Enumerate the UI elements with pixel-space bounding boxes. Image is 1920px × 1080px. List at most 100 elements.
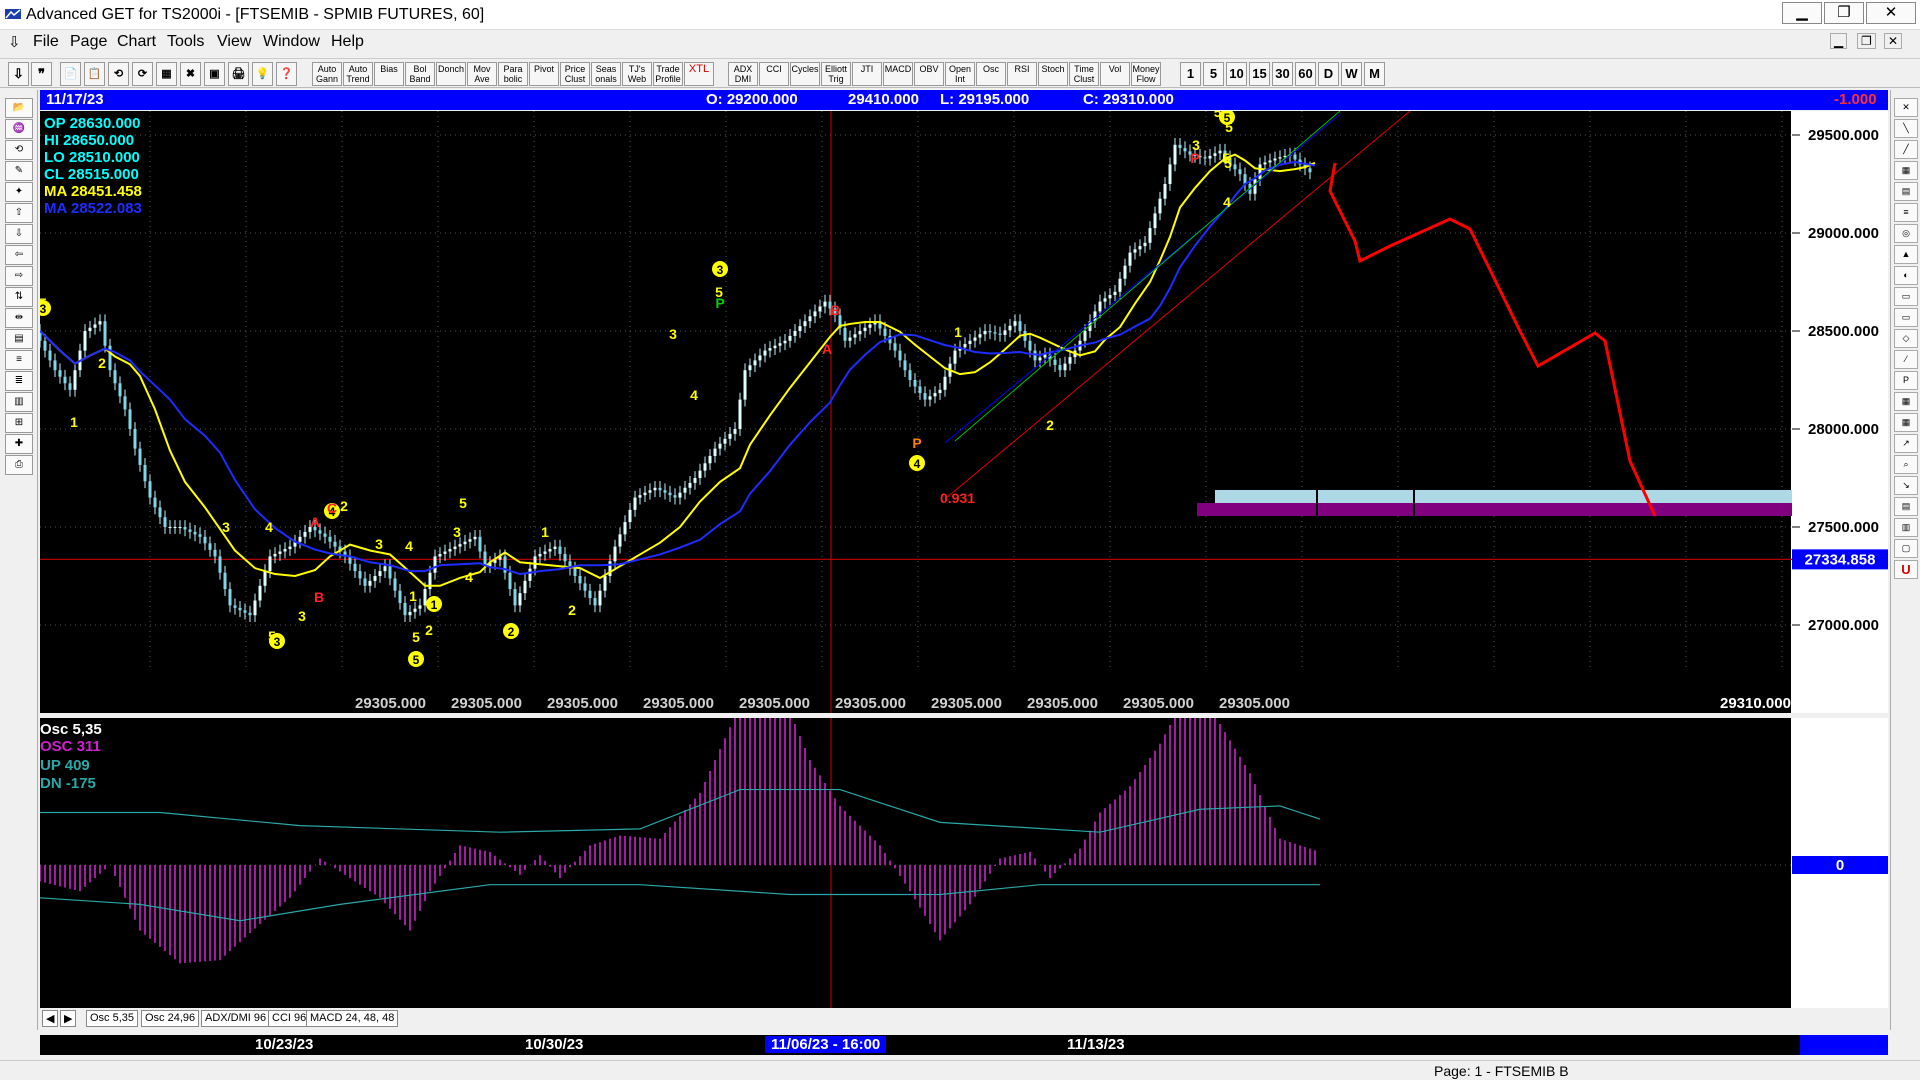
- toolbar-study-button[interactable]: Donch: [436, 62, 466, 86]
- toolbar-icon[interactable]: ⟲: [108, 62, 129, 86]
- drawing-tool-icon[interactable]: ⇦: [5, 245, 33, 265]
- menu-file[interactable]: File: [33, 33, 59, 51]
- toolbar-study-button[interactable]: Trade Profile: [653, 62, 683, 86]
- toolbar-study-button[interactable]: CCI: [759, 62, 789, 86]
- interval-button[interactable]: 10: [1226, 62, 1247, 86]
- toolbar-study-button[interactable]: Auto Trend: [343, 62, 373, 86]
- analysis-tool-icon[interactable]: ▦: [1894, 392, 1918, 411]
- toolbar-icon[interactable]: ⟳: [132, 62, 153, 86]
- toolbar-study-button[interactable]: ADX DMI: [728, 62, 758, 86]
- toolbar-study-button[interactable]: Money Flow: [1131, 62, 1161, 86]
- toolbar-study-button[interactable]: OBV: [914, 62, 944, 86]
- minimize-button[interactable]: ▁: [1782, 2, 1822, 24]
- toolbar-study-button[interactable]: MACD: [883, 62, 913, 86]
- analysis-tool-icon[interactable]: ◐: [1894, 266, 1918, 285]
- menu-view[interactable]: View: [217, 33, 251, 51]
- toolbar-study-button[interactable]: RSI: [1007, 62, 1037, 86]
- analysis-tool-icon[interactable]: ⁄: [1894, 350, 1918, 369]
- toolbar-study-button[interactable]: Elliott Trig: [821, 62, 851, 86]
- drawing-tool-icon[interactable]: ⇩: [5, 224, 33, 244]
- toolbar-study-button[interactable]: JTI: [852, 62, 882, 86]
- analysis-tool-icon[interactable]: ⌕: [1894, 455, 1918, 474]
- drawing-tool-icon[interactable]: ⇧: [5, 203, 33, 223]
- menu-tools[interactable]: Tools: [167, 33, 204, 51]
- interval-button[interactable]: M: [1364, 62, 1385, 86]
- drawing-tool-icon[interactable]: ⇹: [5, 308, 33, 328]
- analysis-tool-icon[interactable]: ▭: [1894, 308, 1918, 327]
- analysis-tool-icon[interactable]: ╲: [1894, 119, 1918, 138]
- analysis-tool-icon[interactable]: ◎: [1894, 224, 1918, 243]
- tab-adx-dmi[interactable]: ADX/DMI 96: [201, 1010, 271, 1027]
- mdi-restore-icon[interactable]: ❐: [1857, 33, 1876, 49]
- menu-window[interactable]: Window: [263, 33, 320, 51]
- analysis-tool-icon[interactable]: ▢: [1894, 539, 1918, 558]
- drawing-tool-icon[interactable]: ≡: [5, 350, 33, 370]
- tab-cci[interactable]: CCI 96: [268, 1010, 311, 1027]
- interval-button[interactable]: 30: [1272, 62, 1293, 86]
- analysis-tool-icon[interactable]: ≡: [1894, 203, 1918, 222]
- drawing-tool-icon[interactable]: ⊞: [5, 413, 33, 433]
- toolbar-icon[interactable]: ▣: [204, 62, 225, 86]
- mdi-minimize-icon[interactable]: ▁: [1830, 33, 1848, 49]
- toolbar-icon[interactable]: ✖: [180, 62, 201, 86]
- price-chart[interactable]: 29500.000 29000.000 28500.000 28000.000 2750…: [40, 111, 1888, 713]
- interval-button[interactable]: W: [1341, 62, 1362, 86]
- analysis-tool-icon[interactable]: ╱: [1894, 140, 1918, 159]
- drawing-tool-icon[interactable]: ⟲: [5, 140, 33, 160]
- toolbar-icon[interactable]: ▦: [156, 62, 177, 86]
- drawing-tool-icon[interactable]: ✎: [5, 161, 33, 181]
- toolbar-study-button[interactable]: Auto Gann: [312, 62, 342, 86]
- toolbar-study-button[interactable]: Pivot: [529, 62, 559, 86]
- interval-button[interactable]: 15: [1249, 62, 1270, 86]
- drawing-tool-icon[interactable]: ≣: [5, 371, 33, 391]
- drawing-tool-icon[interactable]: ⎙: [5, 455, 33, 475]
- toolbar-study-button[interactable]: Time Clust: [1069, 62, 1099, 86]
- analysis-tool-icon[interactable]: ▤: [1894, 182, 1918, 201]
- drawing-tool-icon[interactable]: 📂: [5, 98, 33, 118]
- drawing-tool-icon[interactable]: ▥: [5, 392, 33, 412]
- drawing-tool-icon[interactable]: ⇅: [5, 287, 33, 307]
- toolbar-study-button[interactable]: Cycles: [790, 62, 820, 86]
- toolbar-icon[interactable]: 📋: [84, 62, 105, 86]
- toolbar-study-button[interactable]: Mov Ave: [467, 62, 497, 86]
- toolbar-icon[interactable]: 💡: [252, 62, 273, 86]
- analysis-tool-icon[interactable]: P: [1894, 371, 1918, 390]
- tab-osc-5-35[interactable]: Osc 5,35: [86, 1010, 139, 1027]
- oscillator-pane[interactable]: 5000-500Osc 5,35OSC 311UP 409DN -175: [40, 718, 1888, 1008]
- tab-macd[interactable]: MACD 24, 48, 48: [306, 1010, 399, 1027]
- toolbar-study-button[interactable]: Vol: [1100, 62, 1130, 86]
- drawing-tool-icon[interactable]: ▤: [5, 329, 33, 349]
- toolbar-study-button[interactable]: Bol Band: [405, 62, 435, 86]
- analysis-tool-icon[interactable]: ▥: [1894, 518, 1918, 537]
- analysis-tool-icon[interactable]: ▦: [1894, 413, 1918, 432]
- close-button[interactable]: ✕: [1866, 2, 1916, 24]
- analysis-tool-icon[interactable]: ↘: [1894, 476, 1918, 495]
- toolbar-icon[interactable]: ❓: [276, 62, 297, 86]
- toolbar-study-button[interactable]: TJ's Web: [622, 62, 652, 86]
- toolbar-study-button[interactable]: Seas onals: [591, 62, 621, 86]
- doc-icon[interactable]: ⇩: [8, 33, 21, 51]
- analysis-tool-icon[interactable]: ✕: [1894, 98, 1918, 117]
- analysis-tool-icon[interactable]: ▦: [1894, 161, 1918, 180]
- toolbar-icon[interactable]: ❞: [31, 62, 52, 86]
- toolbar-study-button[interactable]: Bias: [374, 62, 404, 86]
- analysis-tool-icon[interactable]: ▭: [1894, 287, 1918, 306]
- maximize-button[interactable]: ❐: [1824, 2, 1864, 24]
- drawing-tool-icon[interactable]: ✚: [5, 434, 33, 454]
- interval-button[interactable]: 1: [1180, 62, 1201, 86]
- mdi-close-icon[interactable]: ✕: [1884, 33, 1903, 49]
- toolbar-icon[interactable]: ⇩: [8, 62, 29, 86]
- tab-scroll-left-icon[interactable]: ◀: [42, 1010, 58, 1027]
- toolbar-icon[interactable]: 📄: [60, 62, 81, 86]
- analysis-tool-icon[interactable]: ▤: [1894, 497, 1918, 516]
- toolbar-icon[interactable]: 🖨: [228, 62, 249, 86]
- toolbar-study-button[interactable]: Para bolic: [498, 62, 528, 86]
- tab-osc-24-96[interactable]: Osc 24,96: [141, 1010, 200, 1027]
- analysis-tool-icon[interactable]: ▲: [1894, 245, 1918, 264]
- menu-help[interactable]: Help: [331, 33, 364, 51]
- analysis-tool-icon[interactable]: ◇: [1894, 329, 1918, 348]
- interval-button[interactable]: 60: [1295, 62, 1316, 86]
- toolbar-study-button[interactable]: XTL: [684, 62, 714, 86]
- drawing-tool-icon[interactable]: ♒: [5, 119, 33, 139]
- menu-page[interactable]: Page: [70, 33, 107, 51]
